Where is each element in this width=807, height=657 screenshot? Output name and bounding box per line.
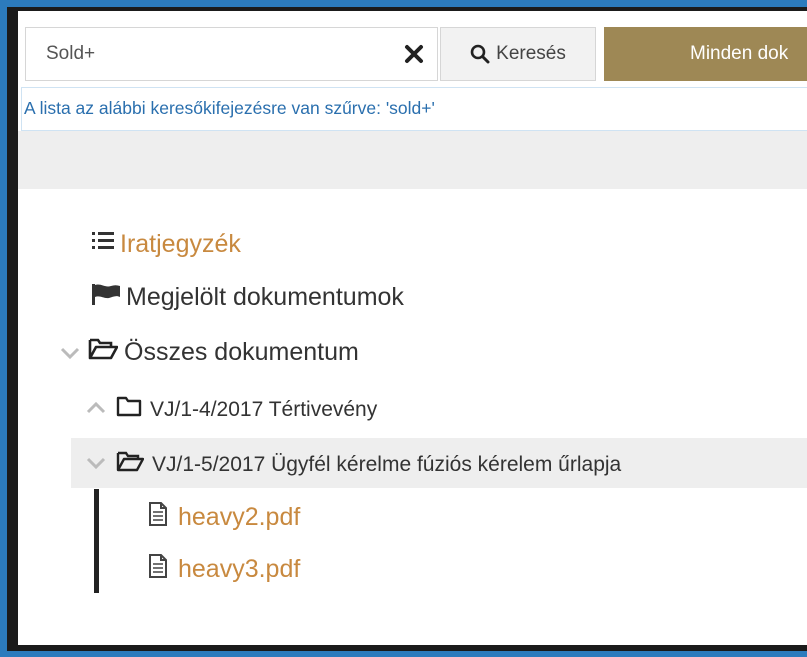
list-icon — [92, 229, 114, 260]
chevron-down-icon[interactable] — [60, 338, 80, 367]
tree-item-all-documents[interactable]: Összes dokumentum — [60, 337, 359, 368]
toolbar-band — [18, 131, 807, 189]
tree-item-folder[interactable]: VJ/1-4/2017 Tértivevény — [86, 395, 377, 423]
tree-item-marked-label: Megjelölt dokumentumok — [126, 283, 404, 311]
tree-item-index-label: Iratjegyzék — [120, 230, 241, 258]
tree-item-folder-label: VJ/1-4/2017 Tértivevény — [150, 397, 378, 421]
search-button[interactable]: Keresés — [440, 27, 596, 81]
document-panel: Keresés Minden dok A lista az alábbi ker… — [7, 7, 807, 651]
chevron-up-icon[interactable] — [86, 397, 106, 421]
folder-open-icon — [88, 337, 119, 368]
all-documents-button[interactable]: Minden dok — [604, 27, 807, 81]
search-icon — [470, 44, 490, 64]
folder-icon — [116, 395, 142, 423]
tree-item-marked[interactable]: Megjelölt dokumentumok — [92, 283, 404, 312]
search-input[interactable] — [27, 29, 387, 79]
file-item[interactable]: heavy2.pdf — [148, 501, 300, 534]
file-item-label: heavy3.pdf — [178, 555, 301, 583]
file-icon — [148, 501, 168, 534]
all-documents-button-label: Minden dok — [690, 43, 789, 64]
flag-icon — [92, 283, 120, 312]
folder-open-icon — [116, 450, 145, 478]
tree-indent-bar — [94, 489, 99, 593]
file-item-label: heavy2.pdf — [178, 503, 301, 531]
close-icon[interactable] — [401, 41, 427, 67]
tree-item-folder-label: VJ/1-5/2017 Ügyfél kérelme fúziós kérele… — [152, 452, 622, 476]
chevron-down-icon[interactable] — [86, 452, 106, 476]
tree-item-index[interactable]: Iratjegyzék — [92, 229, 241, 260]
filter-notice: A lista az alábbi keresőkifejezésre van … — [21, 87, 807, 131]
file-item[interactable]: heavy3.pdf — [148, 553, 300, 586]
tree-item-folder[interactable]: VJ/1-5/2017 Ügyfél kérelme fúziós kérele… — [86, 450, 621, 478]
file-icon — [148, 553, 168, 586]
search-field — [25, 27, 438, 81]
tree-item-all-documents-label: Összes dokumentum — [124, 338, 359, 366]
search-button-label: Keresés — [496, 43, 566, 64]
